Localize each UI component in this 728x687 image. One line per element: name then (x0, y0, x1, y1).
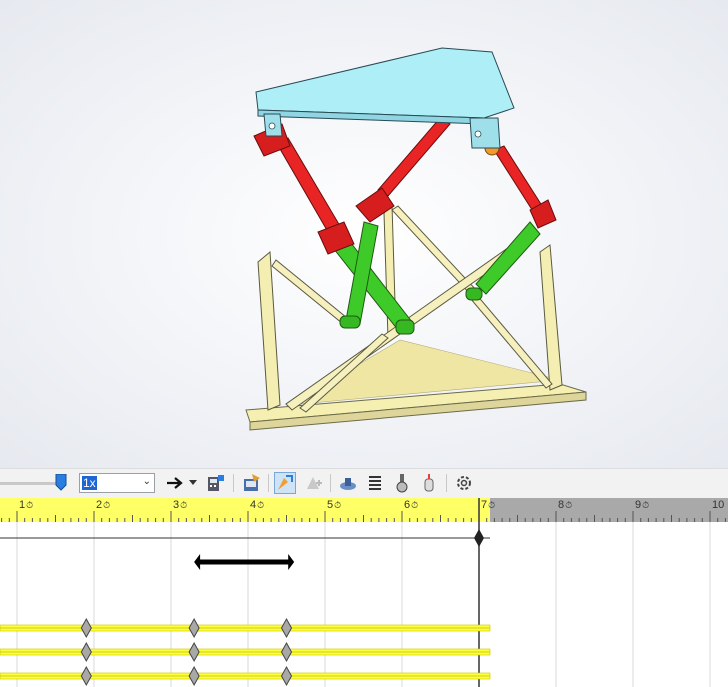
key-point[interactable] (188, 617, 200, 639)
joint-green-3 (465, 287, 483, 301)
bracket-hole-left (268, 122, 276, 130)
key-bar-end[interactable] (288, 554, 295, 570)
key-point[interactable] (188, 665, 200, 687)
motion-toolbar: 1x ⌄ (0, 468, 728, 499)
spring-icon[interactable] (364, 472, 386, 494)
gravity-icon[interactable] (418, 472, 440, 494)
autokey-icon[interactable] (274, 472, 296, 494)
playback-speed-select[interactable]: 1x ⌄ (79, 473, 155, 493)
top-bracket-right (469, 117, 501, 149)
settings-icon[interactable] (453, 472, 475, 494)
key-point[interactable] (280, 641, 293, 663)
time-bar-key[interactable] (474, 529, 484, 547)
chevron-down-icon[interactable]: ⌄ (143, 476, 151, 487)
model-viewport[interactable] (0, 0, 728, 468)
motion-timeline[interactable]: 1⏱ 2⏱ 3⏱ 4⏱ 5⏱ 6⏱ 7⏱ 8⏱ 9⏱ 10 (0, 498, 728, 687)
dropdown-arrow-icon[interactable] (187, 472, 199, 494)
save-animation-icon[interactable] (241, 472, 263, 494)
key-point[interactable] (280, 665, 293, 687)
key-point[interactable] (280, 617, 293, 639)
timeline-tracks[interactable] (0, 498, 728, 687)
motor-icon[interactable] (337, 472, 359, 494)
joint-green-1 (339, 315, 361, 329)
top-platform (255, 47, 515, 119)
playback-speed-value: 1x (82, 476, 97, 490)
add-key-icon[interactable] (302, 472, 324, 494)
leg-green-3 (475, 221, 541, 295)
toolbar-separator (233, 474, 234, 492)
joint-green-2 (395, 319, 415, 335)
play-forward-icon[interactable] (164, 472, 186, 494)
parallel-robot-model[interactable] (0, 0, 728, 468)
calculate-animation-icon[interactable] (205, 472, 227, 494)
toolbar-separator (268, 474, 269, 492)
key-bar-start[interactable] (194, 554, 201, 570)
key-point[interactable] (80, 641, 92, 663)
contact-icon[interactable] (391, 472, 413, 494)
right-post (539, 244, 563, 391)
playback-speed-slider[interactable] (0, 482, 60, 485)
toolbar-separator (330, 474, 331, 492)
key-point[interactable] (80, 665, 92, 687)
key-point[interactable] (188, 641, 200, 663)
left-post (257, 250, 281, 411)
rod-red-2 (377, 117, 451, 197)
rod-red-1 (275, 137, 341, 233)
toolbar-separator (446, 474, 447, 492)
bracket-hole-right (474, 130, 482, 138)
slider-thumb[interactable] (55, 474, 67, 491)
key-point[interactable] (80, 617, 92, 639)
strut-left-top (271, 259, 353, 329)
